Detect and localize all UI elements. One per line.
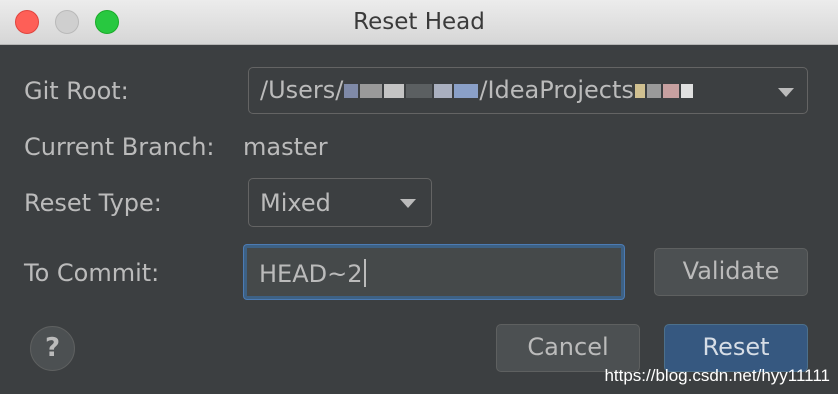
reset-type-value: Mixed bbox=[260, 189, 331, 217]
reset-head-dialog: Reset Head Git Root: /Users/ /IdeaProject… bbox=[0, 0, 838, 394]
git-root-dropdown[interactable]: /Users/ /IdeaProjects bbox=[248, 67, 808, 114]
redacted-blur bbox=[360, 84, 383, 98]
watermark: https://blog.csdn.net/hyy11111 bbox=[604, 366, 830, 385]
reset-button[interactable]: Reset bbox=[664, 324, 808, 372]
current-branch-label: Current Branch: bbox=[24, 133, 215, 161]
dialog-title: Reset Head bbox=[353, 9, 485, 35]
redacted-blur bbox=[634, 84, 645, 98]
redacted-blur bbox=[344, 84, 359, 98]
to-commit-value: HEAD~2 bbox=[259, 259, 366, 288]
to-commit-text: HEAD~2 bbox=[259, 260, 363, 288]
cancel-button[interactable]: Cancel bbox=[496, 324, 640, 372]
title-bar: Reset Head bbox=[0, 0, 838, 45]
redacted-blur bbox=[680, 84, 693, 98]
to-commit-label: To Commit: bbox=[24, 259, 160, 287]
redacted-blur bbox=[454, 84, 479, 98]
redacted-blur bbox=[662, 84, 679, 98]
redacted-blur bbox=[646, 84, 661, 98]
redacted-blur bbox=[434, 84, 453, 98]
git-root-value: /Users/ /IdeaProjects bbox=[260, 76, 694, 104]
chevron-down-icon bbox=[400, 199, 416, 208]
to-commit-input[interactable]: HEAD~2 bbox=[244, 245, 624, 299]
current-branch-value: master bbox=[243, 133, 328, 161]
help-icon[interactable]: ? bbox=[30, 326, 75, 371]
reset-type-label: Reset Type: bbox=[24, 189, 162, 217]
git-root-value-middle: /IdeaProjects bbox=[479, 76, 634, 104]
redacted-blur bbox=[384, 84, 405, 98]
redacted-blur bbox=[406, 84, 433, 98]
reset-type-dropdown[interactable]: Mixed bbox=[248, 178, 432, 227]
text-caret bbox=[363, 259, 366, 287]
chevron-down-icon bbox=[778, 88, 794, 97]
git-root-value-prefix: /Users/ bbox=[260, 76, 344, 104]
git-root-label: Git Root: bbox=[24, 77, 129, 105]
validate-button[interactable]: Validate bbox=[654, 248, 808, 296]
